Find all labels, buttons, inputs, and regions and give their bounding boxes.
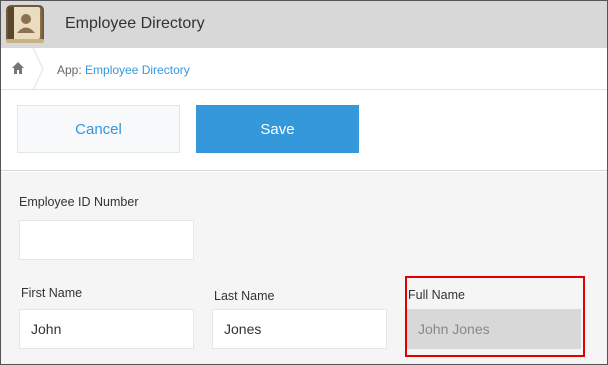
app-window: Employee Directory App: Employee Directo… bbox=[0, 0, 608, 365]
action-bar: Cancel Save bbox=[1, 91, 607, 171]
first-name-field[interactable]: John bbox=[19, 309, 194, 349]
home-icon bbox=[12, 62, 24, 74]
last-name-field[interactable]: Jones bbox=[212, 309, 387, 349]
breadcrumb: App: Employee Directory bbox=[1, 48, 607, 90]
first-name-label: First Name bbox=[21, 286, 83, 300]
app-header: Employee Directory bbox=[1, 1, 607, 48]
address-book-icon bbox=[3, 2, 47, 46]
app-title: Employee Directory bbox=[65, 15, 205, 32]
breadcrumb-prefix: App: bbox=[57, 63, 82, 77]
employee-id-field[interactable] bbox=[19, 220, 194, 260]
save-button[interactable]: Save bbox=[196, 105, 359, 153]
full-name-highlight-box bbox=[405, 276, 585, 357]
employee-id-label: Employee ID Number bbox=[19, 195, 139, 209]
breadcrumb-app-link[interactable]: Employee Directory bbox=[85, 63, 190, 77]
breadcrumb-app: App: Employee Directory bbox=[57, 63, 190, 77]
cancel-button[interactable]: Cancel bbox=[17, 105, 180, 153]
last-name-label: Last Name bbox=[214, 289, 275, 303]
chevron-right-icon bbox=[32, 48, 44, 90]
